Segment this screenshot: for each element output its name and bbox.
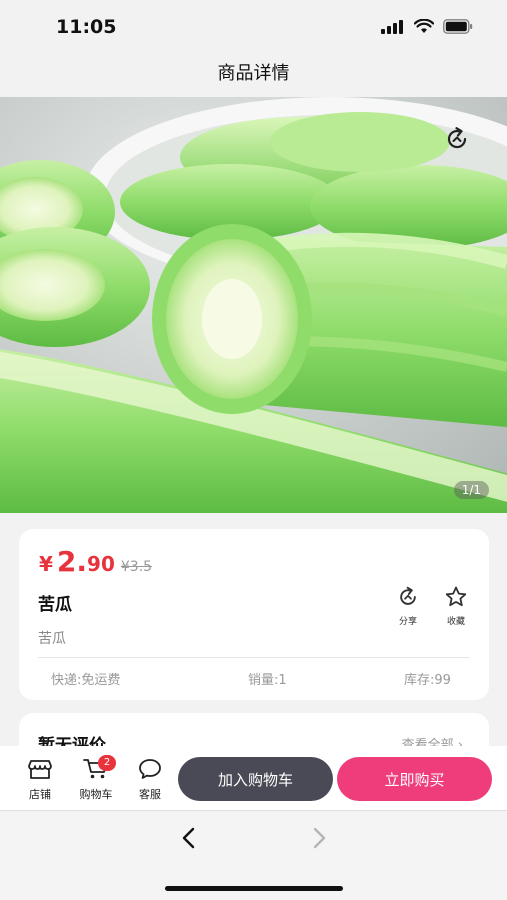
divider — [38, 657, 470, 658]
customer-service-label: 客服 — [139, 788, 161, 801]
home-indicator[interactable] — [165, 886, 343, 891]
status-bar: 11:05 — [0, 0, 507, 54]
product-image-carousel[interactable]: 1/1 — [0, 97, 507, 513]
original-price: ¥3.5 — [120, 559, 153, 575]
price-row: ¥ 2. 90 ¥3.5 — [39, 545, 152, 578]
page-title: 商品详情 — [217, 63, 290, 84]
share-icon — [400, 586, 416, 605]
sales-count: 销量:1 — [248, 673, 287, 688]
store-icon — [28, 760, 52, 779]
wifi-icon — [414, 19, 434, 33]
currency-symbol: ¥ — [39, 552, 53, 576]
product-info-card: ¥ 2. 90 ¥3.5 苦瓜 分享 收藏 苦瓜 快递:免运费 销量:1 库存:… — [19, 529, 489, 700]
status-icons — [381, 19, 473, 34]
status-time: 11:05 — [56, 16, 117, 38]
page-header: 商品详情 — [0, 54, 507, 97]
product-image — [0, 97, 507, 513]
image-counter: 1/1 — [453, 481, 489, 499]
price-decimal: 90 — [87, 552, 115, 576]
shipping-info: 快递:免运费 — [51, 673, 121, 688]
favorite-label: 收藏 — [446, 617, 465, 627]
cart-button[interactable]: 2 购物车 — [74, 755, 118, 802]
share-icon[interactable] — [443, 125, 471, 153]
product-subtitle: 苦瓜 — [38, 631, 66, 647]
back-arrow-icon[interactable] — [174, 823, 204, 853]
chat-bubble-icon — [139, 759, 161, 779]
customer-service-button[interactable]: 客服 — [130, 758, 170, 802]
favorite-button[interactable]: 收藏 — [438, 585, 474, 627]
shop-button[interactable]: 店铺 — [20, 758, 60, 802]
cart-count-badge: 2 — [98, 755, 116, 771]
forward-arrow-icon[interactable] — [304, 823, 334, 853]
shop-label: 店铺 — [29, 788, 51, 801]
buy-now-button[interactable]: 立即购买 — [337, 757, 492, 801]
price-integer: 2. — [56, 545, 88, 578]
bottom-action-bar: 店铺 2 购物车 客服 加入购物车 立即购买 — [0, 746, 507, 810]
star-icon — [445, 586, 467, 607]
battery-icon — [443, 19, 473, 34]
share-button[interactable]: 分享 — [390, 585, 426, 627]
stock-count: 库存:99 — [404, 673, 451, 688]
add-to-cart-button[interactable]: 加入购物车 — [178, 757, 333, 801]
cart-label: 购物车 — [79, 788, 113, 801]
browser-toolbar — [0, 810, 507, 900]
product-name: 苦瓜 — [38, 595, 72, 615]
share-label: 分享 — [398, 617, 417, 627]
cellular-signal-icon — [381, 19, 403, 34]
